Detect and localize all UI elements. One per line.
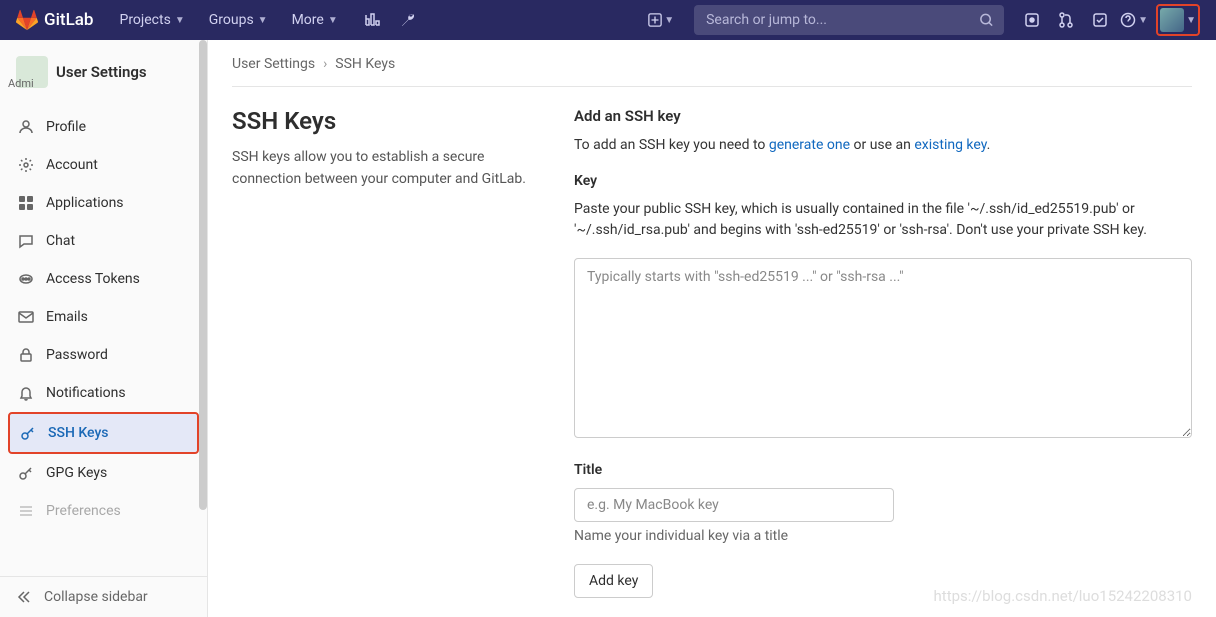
nav-projects[interactable]: Projects▼ xyxy=(109,6,194,34)
sliders-icon xyxy=(18,503,34,519)
scrollbar[interactable] xyxy=(199,40,207,510)
sidebar-item-applications[interactable]: Applications xyxy=(8,184,199,222)
title-label: Title xyxy=(574,462,1192,478)
breadcrumb-separator: › xyxy=(323,56,327,72)
top-menu: Projects▼ Groups▼ More▼ xyxy=(109,6,347,34)
tanuki-icon xyxy=(16,9,38,31)
plus-square-icon xyxy=(648,13,662,27)
mail-icon xyxy=(18,309,34,325)
sidebar-item-access-tokens[interactable]: Access Tokens xyxy=(8,260,199,298)
key-label: Key xyxy=(574,173,1192,189)
page-title: SSH Keys xyxy=(232,107,542,135)
chevron-down-icon: ▼ xyxy=(664,15,674,26)
sidebar-item-preferences[interactable]: Preferences xyxy=(8,492,199,530)
user-menu[interactable]: ▼ xyxy=(1156,4,1200,36)
todos-icon[interactable] xyxy=(1084,4,1116,36)
collapse-sidebar[interactable]: Collapse sidebar xyxy=(0,576,207,617)
title-hint: Name your individual key via a title xyxy=(574,528,1192,544)
sidebar-header: User Settings xyxy=(0,40,207,104)
gear-icon xyxy=(18,157,34,173)
key-icon xyxy=(18,465,34,481)
link-existing-key[interactable]: existing key xyxy=(914,137,986,153)
chevron-down-icon: ▼ xyxy=(258,15,268,26)
new-dropdown[interactable]: ▼ xyxy=(640,9,682,31)
nav-groups[interactable]: Groups▼ xyxy=(199,6,278,34)
sidebar-item-password[interactable]: Password xyxy=(8,336,199,374)
search-input[interactable] xyxy=(694,5,1004,35)
key-help-text: Paste your public SSH key, which is usua… xyxy=(574,199,1192,242)
profile-icon xyxy=(18,119,34,135)
activity-icon[interactable] xyxy=(356,4,388,36)
sidebar-title: User Settings xyxy=(56,63,147,81)
link-generate-one[interactable]: generate one xyxy=(769,137,850,153)
chevron-down-icon: ▼ xyxy=(1186,15,1196,26)
add-key-form: Add an SSH key To add an SSH key you nee… xyxy=(574,107,1192,598)
key-icon xyxy=(20,425,36,441)
sidebar-item-gpg-keys[interactable]: GPG Keys xyxy=(8,454,199,492)
sidebar-item-notifications[interactable]: Notifications xyxy=(8,374,199,412)
issues-icon[interactable] xyxy=(1016,4,1048,36)
wrench-icon[interactable] xyxy=(392,4,424,36)
top-navigation: GitLab Projects▼ Groups▼ More▼ ▼ ▼ ▼ xyxy=(0,0,1216,40)
breadcrumb-user-settings[interactable]: User Settings xyxy=(232,56,315,72)
avatar xyxy=(1160,8,1184,32)
breadcrumb-current: SSH Keys xyxy=(335,56,395,72)
brand-text: GitLab xyxy=(44,10,93,30)
collapse-icon xyxy=(16,589,32,605)
page-description: SSH Keys SSH keys allow you to establish… xyxy=(232,107,542,598)
sidebar-item-chat[interactable]: Chat xyxy=(8,222,199,260)
gitlab-logo[interactable]: GitLab xyxy=(16,9,93,31)
top-util-icons xyxy=(356,4,424,36)
title-input[interactable] xyxy=(574,488,894,522)
page-intro: SSH keys allow you to establish a secure… xyxy=(232,147,542,190)
sidebar-item-profile[interactable]: Profile xyxy=(8,108,199,146)
search-wrap xyxy=(694,5,1004,35)
nav-more[interactable]: More▼ xyxy=(282,6,348,34)
merge-request-icon[interactable] xyxy=(1050,4,1082,36)
sidebar-item-ssh-keys[interactable]: SSH Keys xyxy=(8,412,199,454)
add-key-text: To add an SSH key you need to generate o… xyxy=(574,135,1192,157)
key-textarea[interactable] xyxy=(574,258,1192,438)
add-key-title: Add an SSH key xyxy=(574,107,1192,125)
help-icon[interactable]: ▼ xyxy=(1118,4,1150,36)
sidebar: User Settings Profile Account Applicatio… xyxy=(0,40,208,617)
sidebar-item-account[interactable]: Account xyxy=(8,146,199,184)
chevron-down-icon: ▼ xyxy=(175,15,185,26)
apps-icon xyxy=(18,195,34,211)
sidebar-item-emails[interactable]: Emails xyxy=(8,298,199,336)
chat-icon xyxy=(18,233,34,249)
chevron-down-icon: ▼ xyxy=(328,15,338,26)
user-avatar-small xyxy=(16,56,48,88)
add-key-button[interactable]: Add key xyxy=(574,564,653,598)
chevron-down-icon: ▼ xyxy=(1138,15,1148,26)
main-content: User Settings › SSH Keys SSH Keys SSH ke… xyxy=(208,40,1216,617)
lock-icon xyxy=(18,347,34,363)
token-icon xyxy=(18,271,34,287)
breadcrumb: User Settings › SSH Keys xyxy=(232,56,1192,87)
right-icons: ▼ ▼ xyxy=(1016,4,1200,36)
bell-icon xyxy=(18,385,34,401)
